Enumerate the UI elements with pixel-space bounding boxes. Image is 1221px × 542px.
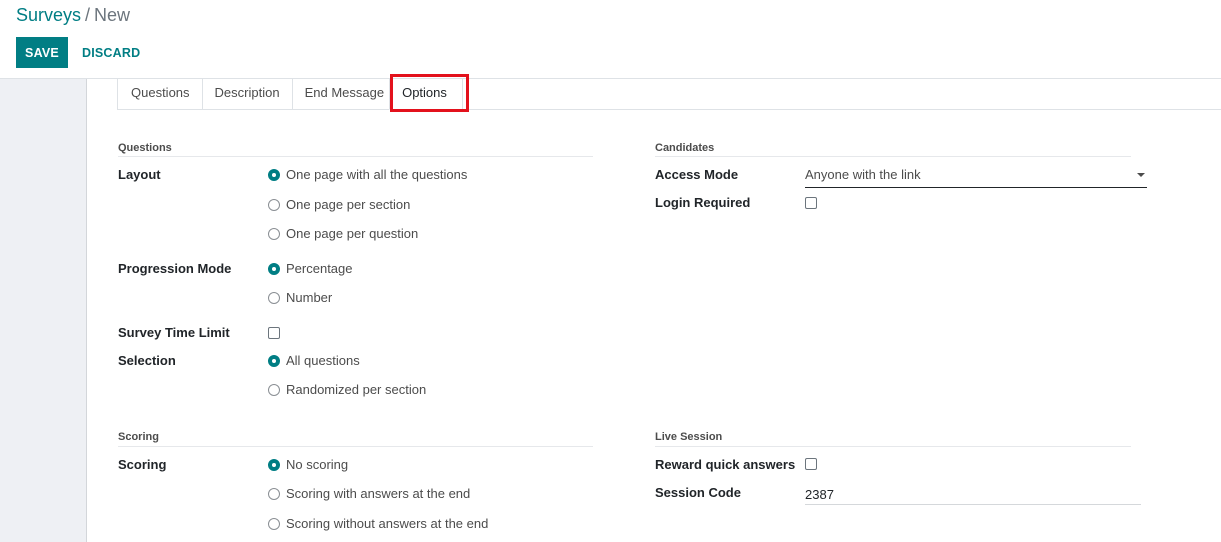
tab-description[interactable]: Description: [201, 79, 292, 110]
reward-quick-answers-checkbox[interactable]: [805, 458, 817, 470]
session-code-input[interactable]: [805, 485, 1141, 505]
radio-unselected-icon: [268, 384, 280, 396]
radio-selected-icon: [268, 355, 280, 367]
progression-mode-label: Progression Mode: [118, 261, 232, 276]
radio-selected-icon: [268, 263, 280, 275]
layout-option-one-page-all[interactable]: One page with all the questions: [268, 168, 467, 182]
section-divider-live-session: [655, 446, 1131, 447]
discard-button[interactable]: DISCARD: [76, 37, 146, 68]
breadcrumb-current: New: [94, 5, 131, 25]
section-title-live-session: Live Session: [655, 431, 723, 443]
radio-unselected-icon: [268, 518, 280, 530]
notebook-tabs: Questions Description End Message Option…: [117, 79, 463, 110]
scoring-label: Scoring: [118, 457, 167, 472]
section-divider-questions: [118, 156, 593, 157]
radio-label: All questions: [286, 353, 360, 368]
selection-option-randomized[interactable]: Randomized per section: [268, 383, 426, 397]
tab-questions[interactable]: Questions: [117, 79, 202, 110]
radio-label: No scoring: [286, 457, 349, 472]
breadcrumb: Surveys / New: [16, 5, 130, 25]
radio-label: One page per section: [286, 197, 411, 212]
section-title-scoring: Scoring: [118, 431, 159, 443]
radio-label: Number: [286, 290, 333, 305]
radio-label: One page per question: [286, 226, 419, 241]
session-code-label: Session Code: [655, 485, 741, 500]
save-button[interactable]: SAVE: [16, 37, 68, 68]
tab-options[interactable]: Options: [389, 79, 463, 110]
radio-selected-icon: [268, 459, 280, 471]
radio-label: One page with all the questions: [286, 167, 468, 182]
radio-label: Scoring with answers at the end: [286, 486, 471, 501]
left-gutter: [0, 79, 86, 542]
radio-label: Scoring without answers at the end: [286, 516, 489, 531]
tabs-divider: [468, 109, 1221, 110]
selection-label: Selection: [118, 353, 176, 368]
scoring-option-with-answers[interactable]: Scoring with answers at the end: [268, 487, 470, 501]
radio-unselected-icon: [268, 199, 280, 211]
tab-end-message[interactable]: End Message: [291, 79, 390, 110]
survey-time-limit-checkbox[interactable]: [268, 327, 280, 339]
login-required-checkbox[interactable]: [805, 197, 817, 209]
breadcrumb-surveys-link[interactable]: Surveys: [16, 5, 81, 25]
layout-option-page-per-question[interactable]: One page per question: [268, 227, 418, 241]
radio-label: Percentage: [286, 261, 353, 276]
progression-option-number[interactable]: Number: [268, 291, 332, 305]
caret-down-icon: [1137, 173, 1145, 177]
access-mode-select[interactable]: Anyone with the link: [805, 166, 1147, 188]
reward-quick-answers-label: Reward quick answers: [655, 457, 796, 472]
access-mode-label: Access Mode: [655, 167, 739, 182]
section-title-questions: Questions: [118, 142, 172, 154]
layout-option-page-per-section[interactable]: One page per section: [268, 198, 410, 212]
login-required-label: Login Required: [655, 195, 751, 210]
survey-time-limit-label: Survey Time Limit: [118, 325, 230, 340]
radio-unselected-icon: [268, 292, 280, 304]
breadcrumb-separator: /: [85, 5, 91, 25]
progression-option-percentage[interactable]: Percentage: [268, 262, 353, 276]
selection-option-all-questions[interactable]: All questions: [268, 354, 360, 368]
section-divider-candidates: [655, 156, 1131, 157]
scoring-option-without-answers[interactable]: Scoring without answers at the end: [268, 517, 488, 531]
access-mode-value: Anyone with the link: [805, 167, 921, 182]
control-panel: Surveys / New SAVE DISCARD: [0, 0, 1221, 79]
radio-selected-icon: [268, 169, 280, 181]
radio-label: Randomized per section: [286, 382, 427, 397]
scoring-option-no-scoring[interactable]: No scoring: [268, 458, 348, 472]
layout-label: Layout: [118, 167, 161, 182]
radio-unselected-icon: [268, 228, 280, 240]
section-title-candidates: Candidates: [655, 142, 715, 154]
section-divider-scoring: [118, 446, 593, 447]
radio-unselected-icon: [268, 488, 280, 500]
form-sheet: [86, 79, 1221, 542]
